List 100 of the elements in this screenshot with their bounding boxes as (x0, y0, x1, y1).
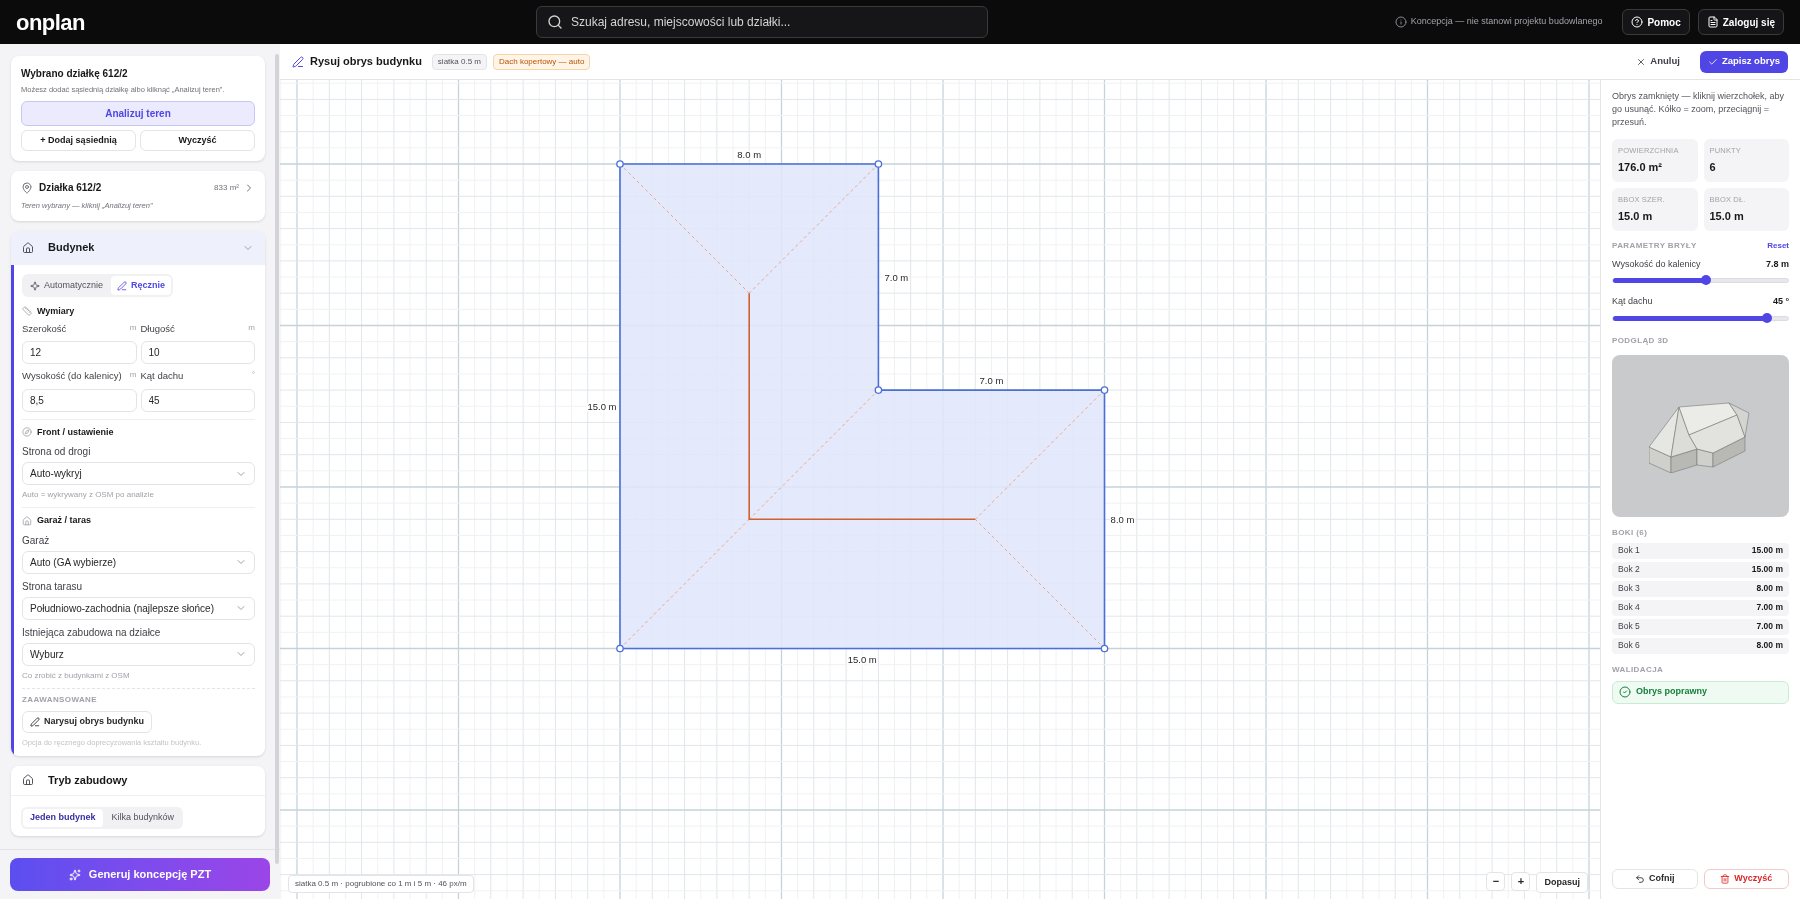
field-label: Długość (140, 322, 175, 336)
search-field[interactable]: Szukaj adresu, miejscowości lub działki... (536, 6, 988, 38)
draw-outline-button[interactable]: Narysuj obrys budynku (22, 710, 153, 733)
subsection-title: Garaż / taras (37, 514, 92, 527)
hint-text: Co zrobić z budynkami z OSM (22, 669, 131, 682)
side-length: 8.00 m (1756, 582, 1783, 595)
house-icon (22, 241, 34, 254)
mode-tab[interactable]: Automatycznie (24, 276, 110, 295)
subsection-title: Wymiary (37, 304, 75, 318)
generate-button[interactable]: Generuj koncepcję PZT (10, 858, 270, 891)
unit-label: m (129, 322, 137, 334)
cancel-button[interactable]: Anuluj (1632, 50, 1684, 73)
number-field[interactable]: 10 (140, 341, 255, 365)
side-length: 8.00 m (1756, 639, 1783, 652)
parcel-title: Działka 612/2 (39, 181, 103, 196)
reset-link[interactable]: Reset (1767, 239, 1789, 252)
side-length: 7.00 m (1756, 601, 1783, 614)
section-heading: PODGLĄD 3D (1612, 334, 1670, 347)
notice-text: Koncepcja — nie stanowi projektu budowlanego (1410, 15, 1603, 29)
edge-length-label: 8.0 m (1110, 514, 1135, 526)
slider-track[interactable] (1612, 278, 1789, 283)
info-badge: siatka 0.5 m (431, 53, 487, 70)
card-title: Wybrano działkę 612/2 (21, 67, 129, 81)
description-text: Obrys zamknięty — kliknij wierzchołek, aby go usunąć. Kółko = zoom, przeciągnij = przesuń. (1612, 90, 1786, 129)
info-badge: Dach kopertowy — auto (493, 53, 591, 70)
unit-label: m (248, 322, 255, 334)
slider-label: Kąt dachu (1612, 295, 1653, 308)
sparkle-icon (30, 280, 40, 291)
select-dropdown[interactable]: Południowo-zachodnia (najlepsze słońce) (22, 596, 255, 620)
field-label: Kąt dachu (140, 369, 184, 384)
side-length: 15.00 m (1751, 544, 1783, 557)
undo-button[interactable]: Cofnij (1612, 869, 1698, 889)
side-name: Bok 5 (1618, 620, 1640, 633)
side-name: Bok 1 (1618, 544, 1640, 557)
unit-label: m (129, 369, 137, 382)
edge-length-label: 7.0 m (979, 375, 1004, 387)
edge-length-label: 7.0 m (884, 272, 909, 284)
mode-tab[interactable]: Ręcznie (111, 276, 172, 295)
pen-icon (30, 716, 40, 727)
trash-icon (1720, 874, 1731, 884)
ruler-icon (22, 306, 32, 317)
select-dropdown[interactable]: Auto (GA wybierze) (22, 550, 255, 574)
undo-icon (1635, 874, 1645, 884)
secondary-button[interactable]: + Dodaj sąsiednią (21, 130, 136, 152)
number-field[interactable]: 8,5 (22, 388, 137, 412)
slider-reading: 7.8 m (1766, 257, 1789, 271)
help-button[interactable]: Pomoc (1622, 9, 1690, 35)
field-label: Istniejąca zabudowa na działce (22, 625, 162, 640)
save-button[interactable]: Zapisz obrys (1699, 50, 1788, 73)
zoom-button[interactable]: − (1486, 872, 1506, 891)
stat-value: 6 (1709, 160, 1717, 176)
advanced-heading: ZAAWANSOWANE (22, 693, 99, 706)
help-icon (1631, 16, 1644, 28)
select-dropdown[interactable]: Auto-wykryj (22, 462, 255, 485)
section-title: Tryb zabudowy (48, 773, 128, 788)
section-heading: PARAMETRY BRYŁY (1612, 239, 1697, 252)
number-field[interactable]: 12 (22, 341, 137, 365)
house-icon (22, 515, 32, 526)
edge-length-label: 15.0 m (587, 401, 617, 413)
field-label: Garaż (22, 533, 51, 548)
section-title: Budynek (48, 240, 96, 256)
field-label: Szerokość (22, 322, 67, 336)
field-label: Strona od drogi (22, 445, 92, 459)
section-header[interactable]: Budynek (11, 230, 265, 265)
document-icon (1706, 16, 1719, 28)
section-heading: WALIDACJA (1612, 663, 1665, 676)
unit-label: ° (251, 369, 255, 382)
search-icon (547, 14, 563, 30)
sparkles-icon (68, 868, 81, 881)
edge-length-label: 8.0 m (737, 149, 762, 160)
number-field[interactable]: 45 (140, 388, 255, 412)
clear-button[interactable]: Wyczyść (1703, 869, 1789, 889)
status-pill: siatka 0.5 m · pogrubione co 1 m i 5 m · 46 px/m (288, 875, 474, 893)
compass-icon (22, 427, 32, 438)
login-button[interactable]: Zaloguj się (1697, 9, 1784, 35)
stat-value: 15.0 m (1618, 209, 1654, 224)
select-dropdown[interactable]: Wyburz (22, 642, 255, 666)
edge-length-label: 15.0 m (847, 653, 877, 665)
side-name: Bok 6 (1618, 639, 1640, 652)
slider-thumb[interactable] (1762, 312, 1772, 323)
close-icon (1636, 56, 1647, 67)
fit-button[interactable]: Dopasuj (1536, 872, 1588, 893)
mode-tab[interactable]: Jeden budynek (23, 808, 103, 827)
field-label: Wysokość (do kalenicy) (22, 369, 122, 384)
stat-value: 176.0 m² (1618, 160, 1664, 176)
side-name: Bok 4 (1618, 601, 1640, 614)
analyze-button[interactable]: Analizuj teren (21, 101, 255, 127)
logo[interactable]: onplan (16, 5, 536, 39)
slider-thumb[interactable] (1700, 275, 1711, 285)
side-name: Bok 3 (1618, 582, 1640, 595)
house-icon (22, 774, 34, 787)
editor-title: Rysuj obrys budynku (310, 54, 422, 70)
pen-icon (292, 55, 304, 68)
zoom-button[interactable]: + (1511, 872, 1531, 891)
scrollbar[interactable] (275, 54, 279, 864)
secondary-button[interactable]: Wyczyść (140, 130, 255, 152)
stat-value: 15.0 m (1709, 209, 1745, 224)
mode-tab[interactable]: Kilka budynków (104, 808, 182, 827)
validation-message: Obrys poprawny (1636, 685, 1707, 699)
pin-icon (21, 181, 33, 194)
